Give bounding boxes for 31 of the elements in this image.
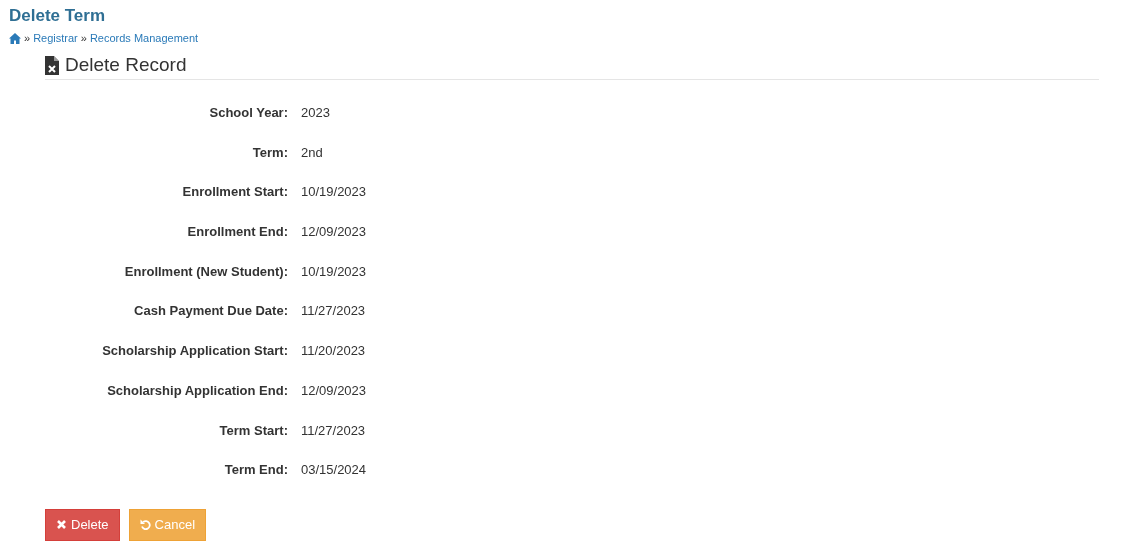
field-label: Term Start: xyxy=(218,422,288,439)
undo-icon xyxy=(139,519,151,531)
breadcrumb-separator: » xyxy=(80,31,87,45)
file-icon xyxy=(45,55,59,75)
field-value: 11/20/2023 xyxy=(301,343,367,360)
section-title: Delete Record xyxy=(65,53,187,77)
field-value: 11/27/2023 xyxy=(301,303,367,320)
field-label: Term End: xyxy=(223,462,288,479)
field-label: Term: xyxy=(251,144,288,161)
field-value: 2nd xyxy=(301,144,324,161)
breadcrumb-link[interactable]: Registrar xyxy=(33,31,78,45)
field-label: Enrollment End: xyxy=(186,224,288,241)
delete-button[interactable]: Delete xyxy=(45,509,120,542)
field-label: Scholarship Application Start: xyxy=(101,343,288,360)
field-value: 03/15/2024 xyxy=(301,462,368,479)
field-label: Enrollment Start: xyxy=(181,184,288,201)
field-label: Enrollment (New Student): xyxy=(123,263,288,280)
home-icon[interactable] xyxy=(9,32,21,44)
breadcrumb-link[interactable]: Records Management xyxy=(89,31,199,45)
field-label: Cash Payment Due Date: xyxy=(133,303,288,320)
field-value: 12/09/2023 xyxy=(301,224,368,241)
field-value: 10/19/2023 xyxy=(301,184,368,201)
field-value: 2023 xyxy=(301,105,331,121)
field-label: School Year: xyxy=(208,105,288,121)
field-label: Scholarship Application End: xyxy=(106,382,288,399)
breadcrumb-separator: » xyxy=(24,31,31,45)
field-value: 11/27/2023 xyxy=(301,422,367,439)
field-value: 12/09/2023 xyxy=(301,382,368,399)
close-icon xyxy=(56,519,67,531)
page-title: Delete Term xyxy=(9,6,107,26)
field-value: 10/19/2023 xyxy=(301,263,368,280)
